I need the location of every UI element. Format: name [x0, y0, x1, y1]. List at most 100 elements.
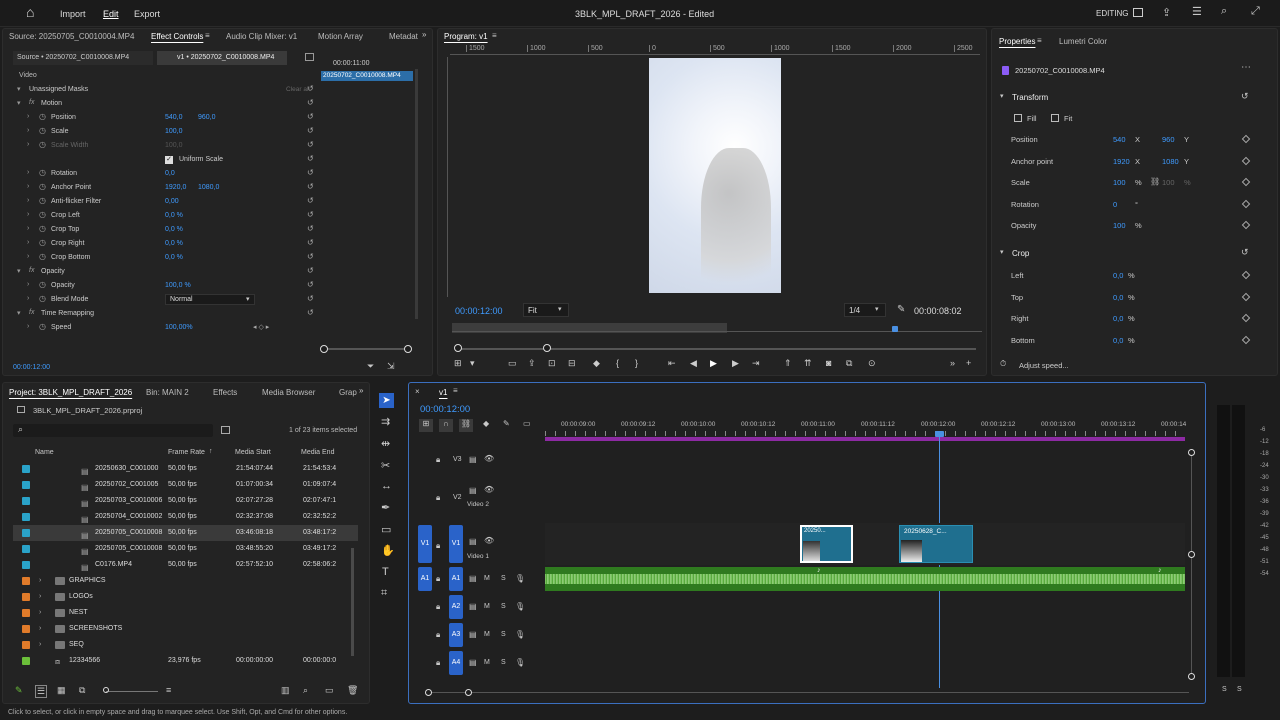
track-lane-v1[interactable] [545, 523, 1185, 565]
playhead-head[interactable] [935, 431, 944, 437]
mark-out-icon[interactable]: } [635, 358, 638, 368]
fit-icon[interactable] [1051, 114, 1059, 122]
add-button-icon[interactable]: + [966, 358, 971, 368]
add-marker-icon[interactable]: ⊞ [454, 358, 462, 369]
tab-properties[interactable]: Properties [999, 37, 1035, 46]
project-item[interactable]: ▤ 20250703_C0010006 50,00 fps 02:07:27:2… [13, 493, 358, 509]
expand-toggle-icon[interactable]: › [27, 211, 29, 218]
audio-keyframe-icon[interactable]: ♪ [1158, 567, 1162, 574]
label-color-swatch[interactable] [22, 529, 30, 537]
expand-chevron-icon[interactable]: › [39, 573, 41, 589]
effect-value-2[interactable]: 960,0 [198, 114, 216, 121]
lock-icon[interactable]: 🔒︎ [436, 574, 440, 584]
home-icon[interactable]: ⌂ [26, 4, 34, 20]
mic-icon[interactable]: 🎙︎ [515, 658, 525, 667]
reset-icon[interactable]: ↺ [307, 308, 314, 317]
timeline-horizontal-scrollbar[interactable] [425, 689, 1189, 696]
ec-vertical-scrollbar[interactable] [415, 69, 418, 319]
mic-icon[interactable]: 🎙︎ [515, 574, 525, 583]
freeform-view-icon[interactable]: ⧉ [79, 685, 85, 696]
linked-selection-icon[interactable]: ⛓ [459, 419, 473, 432]
fill-icon[interactable] [1014, 114, 1022, 122]
tab-program[interactable]: Program: v1 [444, 32, 488, 41]
extract-icon[interactable]: ⇈ [804, 358, 812, 369]
play-icon[interactable]: ▶ [710, 358, 717, 369]
effect-value-1[interactable]: 100,0 [165, 128, 183, 135]
crop-value[interactable]: 0,0 [1113, 293, 1123, 302]
source-patch-v1[interactable]: V1 [418, 525, 432, 563]
expand-toggle-icon[interactable]: › [27, 281, 29, 288]
effect-value-1[interactable]: 100,0 [165, 142, 183, 149]
trash-icon[interactable]: 🗑 [347, 685, 358, 696]
tab-lumetri-color[interactable]: Lumetri Color [1059, 37, 1107, 46]
crop-reset-icon[interactable]: ↺ [1241, 247, 1249, 258]
reset-icon[interactable]: ↺ [307, 294, 314, 303]
label-color-swatch[interactable] [22, 513, 30, 521]
project-item[interactable]: › NEST [13, 605, 358, 621]
track-target-a2[interactable]: A2 [449, 595, 463, 619]
settings-wrench-icon[interactable]: ✎ [503, 419, 510, 428]
timeline-vertical-scrollbar[interactable] [1188, 449, 1195, 680]
video-clip-2[interactable]: 20250628_C... [899, 525, 973, 563]
expand-toggle-icon[interactable]: ▾ [17, 267, 21, 275]
track-label-v2[interactable]: V2 [453, 494, 462, 501]
share-icon[interactable]: ⇪ [1162, 6, 1171, 19]
effect-value-1[interactable]: 540,0 [165, 114, 183, 121]
tab-effects[interactable]: Effects [213, 388, 237, 397]
lock-icon[interactable]: 🔒︎ [436, 602, 440, 612]
program-video-frame[interactable] [649, 58, 781, 293]
find-icon[interactable]: ⌕ [303, 685, 308, 696]
track-select-tool-icon[interactable]: ⇉ [381, 415, 390, 428]
ec-zoom-handle-left[interactable] [320, 345, 328, 353]
lock-icon[interactable]: 🔒︎ [436, 541, 440, 551]
eye-icon[interactable]: 👁︎ [484, 536, 494, 545]
effect-value-1[interactable]: 0,0 % [165, 212, 183, 219]
solo-right-button[interactable]: S [1237, 686, 1242, 693]
expand-toggle-icon[interactable]: › [27, 113, 29, 120]
work-area-bar[interactable] [545, 437, 1185, 441]
zoom-slider[interactable] [106, 691, 158, 692]
nest-icon[interactable]: ⊞ [419, 419, 433, 432]
reset-icon[interactable]: ↺ [307, 168, 314, 177]
expand-toggle-icon[interactable]: ▾ [17, 99, 21, 107]
tab-bin-main[interactable]: Bin: MAIN 2 [146, 388, 189, 397]
properties-menu-icon[interactable]: ≡ [1037, 36, 1042, 45]
effect-value-1[interactable]: 100,0 % [165, 282, 191, 289]
crop-value[interactable]: 0,0 [1113, 336, 1123, 345]
icon-view-icon[interactable]: ▦ [57, 685, 66, 696]
more-options-icon[interactable]: ⋯ [1241, 62, 1251, 73]
crop-value[interactable]: 0,0 [1113, 271, 1123, 280]
keyframe-diamond-icon[interactable] [1241, 270, 1251, 280]
eye-icon[interactable]: 👁︎ [484, 485, 494, 494]
scroll-handle-top[interactable] [1188, 449, 1195, 456]
sync-icon[interactable]: ▤ [469, 486, 477, 495]
label-color-swatch[interactable] [22, 545, 30, 553]
type-tool-icon[interactable]: T [382, 566, 389, 578]
column-media-end[interactable]: Media End [301, 449, 334, 456]
snap-icon[interactable]: ∩ [439, 419, 453, 432]
property-value-1[interactable]: 100 [1113, 221, 1126, 230]
keyframe-diamond-icon[interactable] [1241, 177, 1251, 187]
tab-graphics[interactable]: Grap [339, 388, 357, 397]
label-color-swatch[interactable] [22, 561, 30, 569]
mic-icon[interactable]: 🎙︎ [515, 602, 525, 611]
reset-icon[interactable]: ↺ [307, 154, 314, 163]
label-color-swatch[interactable] [22, 657, 30, 665]
effect-value-1[interactable]: 0,0 % [165, 240, 183, 247]
project-scrollbar[interactable] [351, 548, 354, 656]
program-timecode[interactable]: 00:00:12:00 [455, 306, 503, 316]
tab-media-browser[interactable]: Media Browser [262, 388, 315, 397]
hscroll-handle-right[interactable] [465, 689, 472, 696]
mini-timeline-clip[interactable]: 20250702_C0010008.MP4 [321, 71, 413, 81]
keyframe-diamond-icon[interactable] [1241, 292, 1251, 301]
list-view-icon[interactable]: ☰ [35, 685, 48, 698]
stopwatch-icon[interactable]: ◷ [39, 224, 46, 233]
comparison-icon[interactable]: ⊡ [548, 358, 556, 369]
mute-button[interactable]: M [484, 575, 490, 582]
more-tabs-icon[interactable]: » [422, 30, 426, 39]
fit-button[interactable]: Fit [1064, 114, 1072, 123]
expand-toggle-icon[interactable]: › [27, 127, 29, 134]
track-target-a4[interactable]: A4 [449, 651, 463, 675]
reset-icon[interactable]: ↺ [307, 266, 314, 275]
add-marker-icon[interactable]: ◆ [483, 419, 489, 428]
